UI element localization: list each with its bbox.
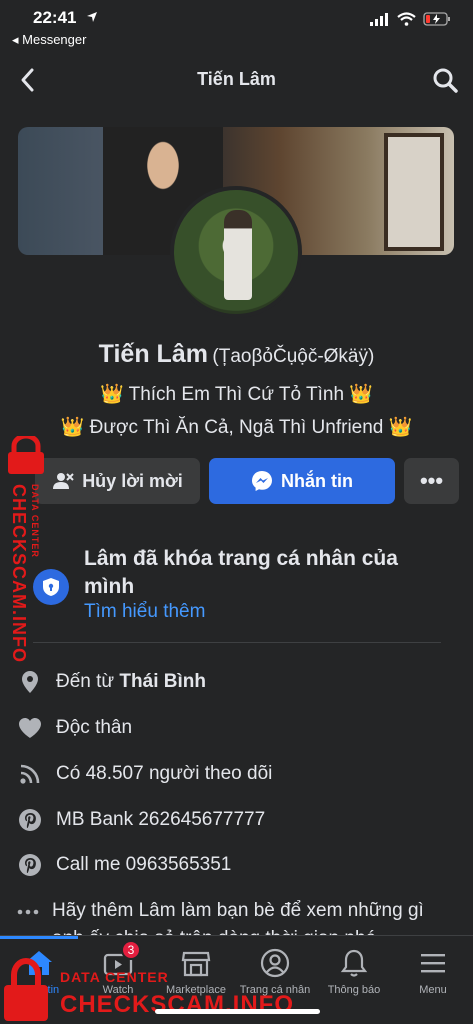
watermark-bottom-big: CHECKSCAM.INFO: [60, 991, 294, 1018]
status-bar: 22:41 ◂ Messenger: [0, 0, 473, 52]
profile-name: Tiến Lâm (ȚaoβỏČụộč-Økäÿ): [0, 340, 473, 369]
search-icon[interactable]: [431, 66, 459, 94]
tab-notifications[interactable]: Thông báo: [315, 946, 393, 996]
pinterest-icon: [17, 852, 43, 878]
location-pin-icon: [17, 669, 43, 695]
tab-active-indicator: [0, 936, 78, 939]
watermark-side-small: DATA CENTER: [30, 484, 40, 558]
back-to-messenger-link[interactable]: ◂ Messenger: [12, 32, 86, 48]
add-friend-hint-text: Hãy thêm Lâm làm bạn bè để xem những gì …: [52, 900, 424, 937]
tab-menu-label: Menu: [419, 984, 447, 996]
signal-icon: [370, 12, 388, 26]
info-hometown: Đến từ Thái Bình: [17, 667, 457, 697]
bio-line-2: 👑 Được Thì Ăn Cả, Ngã Thì Unfriend 👑: [60, 417, 413, 438]
avatar-figure-image: [224, 210, 252, 300]
wifi-icon: [397, 12, 416, 26]
location-arrow-icon: [87, 12, 97, 22]
divider: [33, 642, 441, 643]
hometown-text: Đến từ Thái Bình: [56, 671, 206, 693]
tab-notifications-label: Thông báo: [327, 984, 381, 996]
status-icons: [370, 12, 451, 26]
tab-menu[interactable]: Menu: [394, 946, 472, 996]
learn-more-link[interactable]: Tìm hiểu thêm: [84, 601, 205, 623]
messenger-icon: [252, 471, 272, 491]
hometown-value[interactable]: Thái Bình: [119, 671, 206, 692]
cancel-request-label: Hủy lời mời: [82, 470, 183, 491]
watermark-lock-icon: [4, 958, 48, 1021]
more-options-button[interactable]: •••: [404, 458, 459, 504]
cover-window-image: [384, 133, 444, 251]
profile-name-alt: (ȚaoβỏČụộč-Økäÿ): [212, 346, 375, 367]
watermark-side: CHECKSCAM.INFO DATA CENTER: [2, 436, 50, 666]
status-time: 22:41: [33, 8, 77, 27]
cancel-request-icon: [53, 473, 74, 489]
info-bank: MB Bank 262645677777: [17, 805, 457, 835]
battery-low-icon: [423, 12, 450, 26]
bell-icon: [315, 946, 393, 980]
nav-bar: Tiến Lâm: [0, 56, 473, 104]
info-followers: Có 48.507 người theo dõi: [17, 759, 457, 789]
followers-text[interactable]: Có 48.507 người theo dõi: [56, 763, 272, 785]
info-add-friend-hint: Hãy thêm Lâm làm bạn bè để xem những gì …: [17, 897, 457, 937]
home-indicator[interactable]: [155, 1009, 320, 1014]
watermark-lock-icon: [8, 436, 44, 474]
phone-text: Call me 0963565351: [56, 854, 232, 875]
menu-icon: [394, 946, 472, 980]
watermark-side-big: CHECKSCAM.INFO: [9, 484, 29, 663]
info-phone: Call me 0963565351: [17, 850, 457, 880]
watermark-bottom-small: DATA CENTER: [60, 969, 169, 985]
more-dots-icon: [17, 899, 39, 925]
profile-name-main: Tiến Lâm: [98, 340, 208, 368]
avatar[interactable]: [170, 186, 302, 318]
rss-icon: [17, 761, 43, 787]
bank-text: MB Bank 262645677777: [56, 809, 266, 830]
info-relationship: Độc thân: [17, 713, 457, 743]
locked-profile-text: Lâm đã khóa trang cá nhân của mình: [84, 547, 398, 598]
pinterest-icon: [17, 807, 43, 833]
cancel-request-button[interactable]: Hủy lời mời: [35, 458, 200, 504]
message-button[interactable]: Nhắn tin: [209, 458, 395, 504]
message-label: Nhắn tin: [281, 470, 353, 491]
hometown-prefix: Đến từ: [56, 671, 120, 692]
page-title: Tiến Lâm: [197, 69, 276, 89]
bio-line-1: 👑 Thích Em Thì Cứ Tỏ Tình 👑: [100, 384, 373, 405]
relationship-text: Độc thân: [56, 717, 133, 738]
more-options-label: •••: [419, 468, 444, 493]
heart-icon: [17, 715, 43, 741]
